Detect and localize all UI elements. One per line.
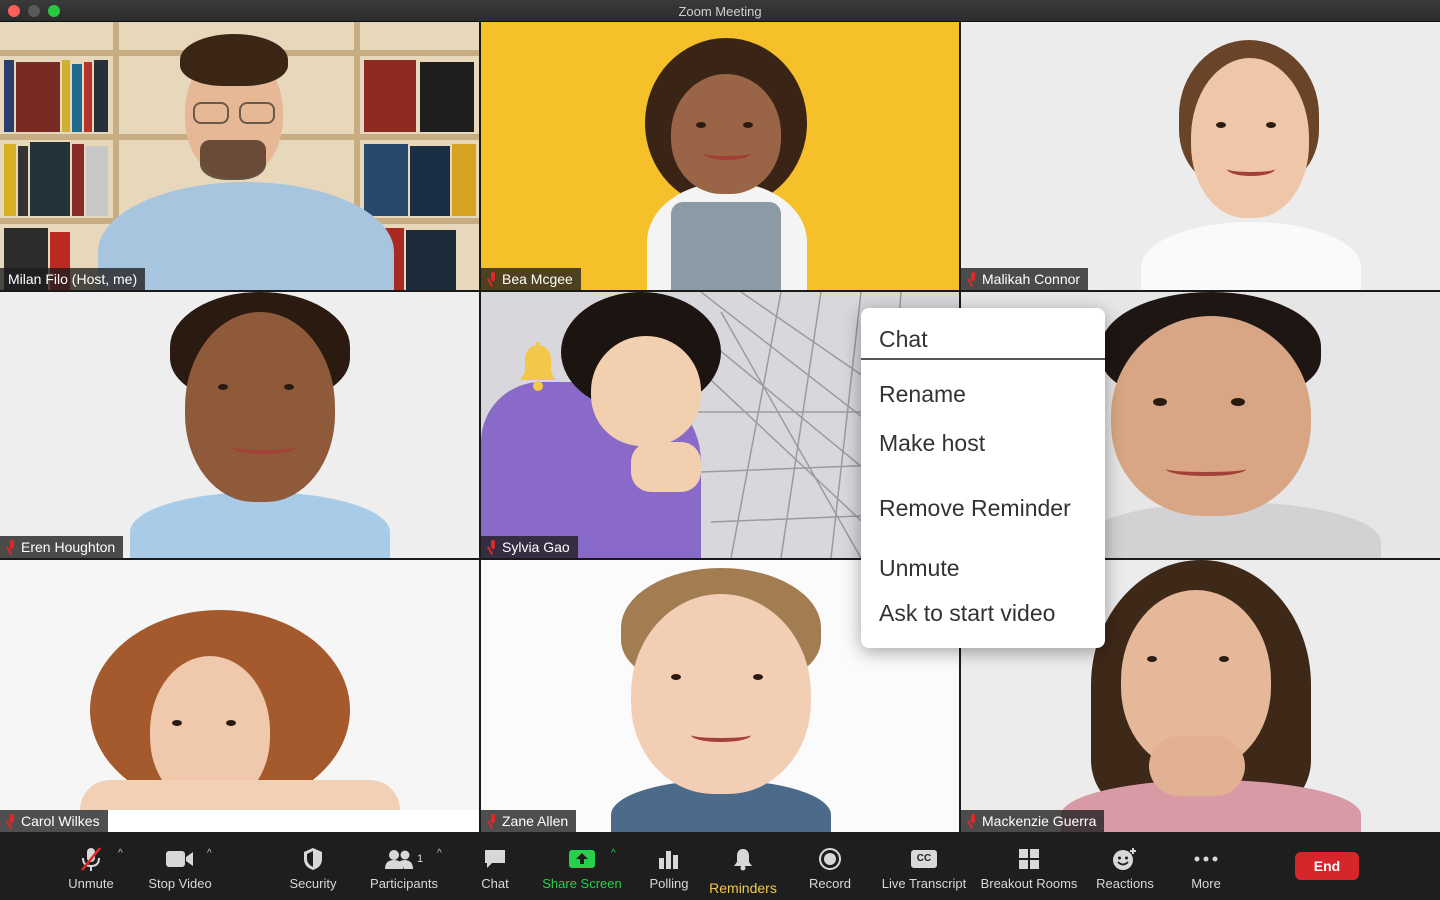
share-options-chevron-icon[interactable]: ^ [611,848,616,859]
title-bar: Zoom Meeting [0,0,1440,22]
participant-name: Bea Mcgee [502,271,573,287]
participant-name: Malikah Connor [982,271,1081,287]
video-tile-malikah[interactable]: Malikah Connor [961,22,1440,290]
menu-item-chat[interactable]: Chat [879,326,928,353]
reactions-button[interactable]: Reactions [1094,832,1156,900]
breakout-rooms-icon [1018,844,1040,874]
zoom-window: Zoom Meeting Milan Filo (Host, me) Bea M… [0,0,1440,900]
breakout-rooms-button[interactable]: Breakout Rooms [980,832,1078,900]
video-camera-icon [166,844,194,874]
bar-chart-icon [658,844,680,874]
participant-name-tag: Zane Allen [481,810,577,832]
participants-button[interactable]: 1 Participants [368,832,440,900]
record-icon [819,844,841,874]
mic-off-icon [969,272,977,286]
participant-name-tag: Bea Mcgee [481,268,581,290]
menu-item-unmute[interactable]: Unmute [879,555,960,582]
end-meeting-button[interactable]: End [1295,852,1359,880]
participant-name-tag: Milan Filo (Host, me) [0,268,146,290]
bell-icon [733,844,753,874]
participant-context-menu: Chat Rename Make host Remove Reminder Un… [861,308,1105,648]
participants-icon: 1 [384,844,424,874]
stop-video-button[interactable]: Stop Video [145,832,215,900]
unmute-button[interactable]: Unmute [60,832,122,900]
record-button[interactable]: Record [805,832,855,900]
chat-bubble-icon [483,844,507,874]
video-tile-eren[interactable]: Eren Houghton [0,292,479,558]
participant-name-tag: Sylvia Gao [481,536,578,558]
participant-name: Carol Wilkes [21,813,100,829]
participants-count: 1 [416,853,424,865]
participant-name-tag: Eren Houghton [0,536,124,558]
participant-name: Mackenzie Guerra [982,813,1097,829]
reminders-button[interactable]: Reminders [705,832,781,900]
menu-item-rename[interactable]: Rename [879,381,966,408]
polling-button[interactable]: Polling [645,832,693,900]
microphone-muted-icon [79,844,103,874]
more-dots-icon [1194,844,1218,874]
participant-name-tag: Malikah Connor [961,268,1089,290]
menu-divider [861,358,1105,360]
mic-off-icon [489,540,497,554]
reminder-bell-icon [520,342,556,391]
participants-options-chevron-icon[interactable]: ^ [437,848,442,859]
smiley-plus-icon [1112,844,1138,874]
menu-item-remove-reminder[interactable]: Remove Reminder [879,495,1071,522]
video-tile-milan[interactable]: Milan Filo (Host, me) [0,22,479,290]
more-button[interactable]: More [1184,832,1228,900]
video-options-chevron-icon[interactable]: ^ [207,848,212,859]
mic-off-icon [8,814,16,828]
participant-name: Zane Allen [502,813,569,829]
video-tile-bea[interactable]: Bea Mcgee [481,22,959,290]
share-screen-button[interactable]: Share Screen [540,832,624,900]
participant-name: Sylvia Gao [502,539,570,555]
mic-off-icon [489,272,497,286]
participant-name-tag: Mackenzie Guerra [961,810,1105,832]
video-tile-carol[interactable]: Carol Wilkes [0,560,479,832]
chat-button[interactable]: Chat [475,832,515,900]
audio-options-chevron-icon[interactable]: ^ [118,848,123,859]
menu-item-ask-to-start-video[interactable]: Ask to start video [879,600,1055,627]
closed-caption-icon: CC [911,844,937,874]
menu-item-make-host[interactable]: Make host [879,430,985,457]
mic-off-icon [8,540,16,554]
mic-off-icon [489,814,497,828]
meeting-toolbar: Unmute ^ Stop Video ^ Security 1 Partici… [0,832,1440,900]
live-transcript-button[interactable]: CC Live Transcript [878,832,970,900]
participant-name-tag: Carol Wilkes [0,810,108,832]
share-screen-icon [569,844,595,874]
participant-name: Milan Filo (Host, me) [8,271,138,287]
shield-icon [303,844,323,874]
mic-off-icon [969,814,977,828]
window-title: Zoom Meeting [678,4,762,19]
video-grid: Milan Filo (Host, me) Bea Mcgee Malikah … [0,22,1440,832]
participant-name: Eren Houghton [21,539,116,555]
security-button[interactable]: Security [282,832,344,900]
